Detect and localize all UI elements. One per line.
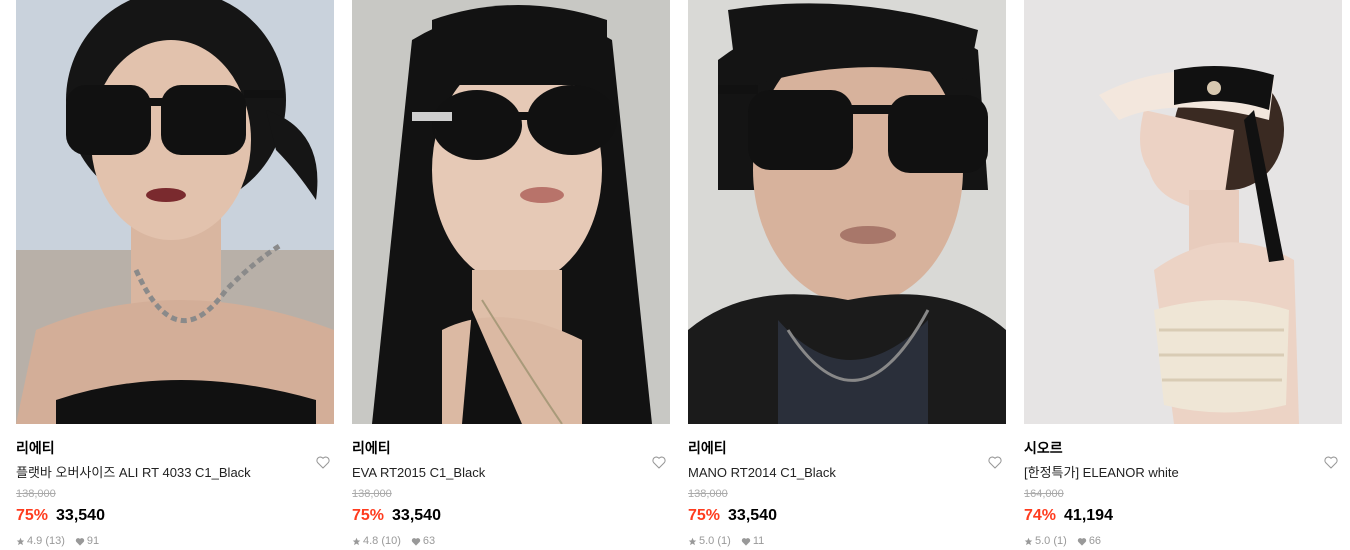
discount-rate: 75% [352, 507, 385, 524]
sale-price: 33,540 [56, 507, 105, 524]
star-icon [688, 537, 697, 545]
sale-price: 41,194 [1064, 507, 1113, 524]
heart-icon[interactable] [1323, 454, 1339, 470]
product-image[interactable] [688, 0, 1006, 424]
product-meta: 5.0 (1) 66 [1024, 534, 1342, 548]
product-card[interactable]: 리에티 MANO RT2014 C1_Black 138,000 75% 33,5… [688, 0, 1006, 548]
like-count: 91 [86, 535, 100, 547]
original-price: 164,000 [1024, 488, 1064, 500]
product-name[interactable]: EVA RT2015 C1_Black [352, 464, 670, 482]
product-name[interactable]: MANO RT2014 C1_Black [688, 464, 1006, 482]
product-card[interactable]: 시오르 [한정특가] ELEANOR white 164,000 74% 41,1… [1024, 0, 1342, 548]
discount-rate: 75% [688, 507, 721, 524]
discount-rate: 75% [16, 507, 49, 524]
review-count: (10) [381, 535, 401, 547]
product-card[interactable]: 리에티 EVA RT2015 C1_Black 138,000 75% 33,54… [352, 0, 670, 548]
star-icon [1024, 537, 1033, 545]
product-photo-sunglasses-model [16, 0, 334, 424]
heart-filled-icon [741, 537, 750, 546]
rating-value: 4.9 [27, 535, 43, 547]
sale-price: 33,540 [392, 507, 441, 524]
rating-value: 4.8 [363, 535, 379, 547]
brand-name[interactable]: 리에티 [352, 439, 670, 457]
product-meta: 4.9 (13) 91 [16, 534, 334, 548]
product-image[interactable] [352, 0, 670, 424]
heart-icon[interactable] [315, 454, 331, 470]
heart-icon[interactable] [651, 454, 667, 470]
price-row: 75% 33,540 [688, 506, 1006, 526]
sale-price: 33,540 [728, 507, 777, 524]
original-price: 138,000 [16, 488, 56, 500]
like-count: 63 [422, 535, 436, 547]
original-price: 138,000 [688, 488, 728, 500]
star-icon [16, 537, 25, 545]
product-meta: 4.8 (10) 63 [352, 534, 670, 548]
price-row: 75% 33,540 [16, 506, 334, 526]
product-photo-sunglasses-model [352, 0, 670, 424]
discount-rate: 74% [1024, 507, 1057, 524]
rating-value: 5.0 [1035, 535, 1051, 547]
brand-name[interactable]: 리에티 [16, 439, 334, 457]
product-photo-sun-visor-model [1024, 0, 1342, 424]
product-name[interactable]: 플랫바 오버사이즈 ALI RT 4033 C1_Black [16, 464, 334, 482]
like-count: 66 [1088, 535, 1102, 547]
brand-name[interactable]: 시오르 [1024, 439, 1342, 457]
like-count: 11 [752, 535, 765, 547]
review-count: (1) [1053, 535, 1067, 547]
product-photo-sunglasses-model [688, 0, 1006, 424]
review-count: (1) [717, 535, 731, 547]
product-card[interactable]: 리에티 플랫바 오버사이즈 ALI RT 4033 C1_Black 138,0… [16, 0, 334, 548]
product-meta: 5.0 (1) 11 [688, 534, 1006, 548]
product-grid: 리에티 플랫바 오버사이즈 ALI RT 4033 C1_Black 138,0… [0, 0, 1350, 550]
heart-filled-icon [75, 537, 85, 546]
product-image[interactable] [1024, 0, 1342, 424]
heart-icon[interactable] [987, 454, 1003, 470]
product-name[interactable]: [한정특가] ELEANOR white [1024, 464, 1342, 482]
original-price: 138,000 [352, 488, 392, 500]
heart-filled-icon [1077, 537, 1086, 546]
price-row: 74% 41,194 [1024, 506, 1342, 526]
star-icon [352, 537, 361, 545]
price-row: 75% 33,540 [352, 506, 670, 526]
review-count: (13) [45, 535, 65, 547]
heart-filled-icon [411, 537, 421, 546]
rating-value: 5.0 [699, 535, 715, 547]
product-image[interactable] [16, 0, 334, 424]
brand-name[interactable]: 리에티 [688, 439, 1006, 457]
